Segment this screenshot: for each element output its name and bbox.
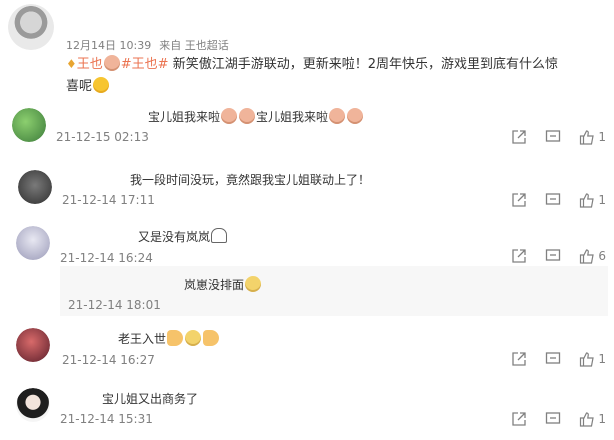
post-body: ♦王也 #王也# 新笑傲江湖手游联动，更新来啦！2周年快乐，游戏里到底有什么惊 喜… — [66, 53, 606, 98]
topic-link-1[interactable]: 王也 — [77, 57, 103, 72]
like-count: 1 — [598, 352, 606, 366]
source-prefix: 来自 — [159, 39, 182, 52]
monkey-emoji-icon — [329, 108, 346, 124]
comment-text: 我一段时间没玩，竟然跟我宝儿姐联动上了！ — [130, 173, 371, 187]
comment-feed: { "post": { "meta": { "date": "12月14日 10… — [0, 0, 614, 440]
topic-link-2[interactable]: #王也# — [121, 57, 169, 72]
post-author-avatar[interactable] — [8, 4, 54, 50]
share-icon[interactable] — [511, 129, 527, 145]
comment-avatar[interactable] — [12, 108, 46, 142]
comment-text: 岚崽没排面 — [184, 276, 262, 294]
comment-avatar[interactable] — [18, 170, 52, 204]
comment-text-part: 老王入世 — [118, 332, 167, 346]
post-date: 12月14日 10:39 — [66, 39, 152, 52]
comment-time: 21-12-14 18:01 — [68, 298, 161, 312]
like-count: 1 — [598, 130, 606, 144]
comment-actions: 6 — [493, 248, 606, 264]
comment-time: 21-12-14 16:27 — [62, 353, 155, 367]
monkey-emoji-icon — [239, 108, 256, 124]
like-count: 6 — [598, 249, 606, 263]
comment-text-part: 宝儿姐我来啦 — [148, 110, 221, 124]
monkey-emoji-icon — [347, 108, 364, 124]
like-icon[interactable] — [579, 248, 595, 264]
comment-avatar[interactable] — [16, 226, 50, 260]
comment-avatar[interactable] — [16, 328, 50, 362]
comment-text: 宝儿姐我来啦 宝儿姐我来啦 — [148, 108, 364, 126]
like-icon[interactable] — [579, 351, 595, 367]
comment-actions: 1 — [493, 351, 606, 367]
post-text-2: 喜呢 — [66, 79, 93, 94]
comment-text: 宝儿姐又出商务了 — [102, 392, 199, 406]
diamond-icon: ♦ — [66, 57, 77, 71]
comment-actions: 1 — [493, 192, 606, 208]
like-icon[interactable] — [579, 411, 595, 427]
comment-actions: 1 — [493, 411, 606, 427]
monkey-emoji-icon — [221, 108, 238, 124]
like-count: 1 — [598, 412, 606, 426]
comment-text-part: 又是没有岚岚 — [138, 230, 211, 244]
like-icon[interactable] — [579, 192, 595, 208]
share-icon[interactable] — [511, 351, 527, 367]
comment-icon[interactable] — [545, 411, 561, 427]
comment-time: 21-12-15 02:13 — [56, 130, 149, 144]
comment-icon[interactable] — [545, 351, 561, 367]
like-count: 1 — [598, 193, 606, 207]
comment-text: 老王入世 — [118, 330, 220, 348]
comment-icon[interactable] — [545, 248, 561, 264]
comment-text-part: 岚崽没排面 — [184, 278, 245, 292]
share-icon[interactable] — [511, 192, 527, 208]
comment-text: 又是没有岚岚 — [138, 228, 228, 246]
comment-time: 21-12-14 15:31 — [60, 412, 153, 426]
like-icon[interactable] — [579, 129, 595, 145]
monkey-emoji-icon — [103, 55, 120, 71]
source-link[interactable]: 王也超话 — [185, 39, 229, 52]
comment-actions: 1 — [493, 129, 606, 145]
thumbs-up-emoji-icon — [203, 330, 220, 346]
comment-icon[interactable] — [545, 129, 561, 145]
cat-emoji-icon — [185, 330, 202, 346]
post-text: 新笑傲江湖手游联动，更新来啦！2周年快乐，游戏里到底有什么惊 — [172, 57, 558, 72]
thumbs-up-emoji-icon — [167, 330, 184, 346]
comment-text-part: 宝儿姐我来啦 — [256, 110, 329, 124]
comment-avatar[interactable] — [16, 388, 50, 422]
ghost-icon — [211, 228, 228, 243]
share-icon[interactable] — [511, 248, 527, 264]
sad-emoji-icon — [245, 276, 262, 292]
post-meta: 12月14日 10:39 来自 王也超话 — [66, 37, 229, 53]
comment-time: 21-12-14 16:24 — [60, 251, 153, 265]
surprised-emoji-icon — [93, 77, 110, 93]
share-icon[interactable] — [511, 411, 527, 427]
comment-icon[interactable] — [545, 192, 561, 208]
comment-time: 21-12-14 17:11 — [62, 193, 155, 207]
